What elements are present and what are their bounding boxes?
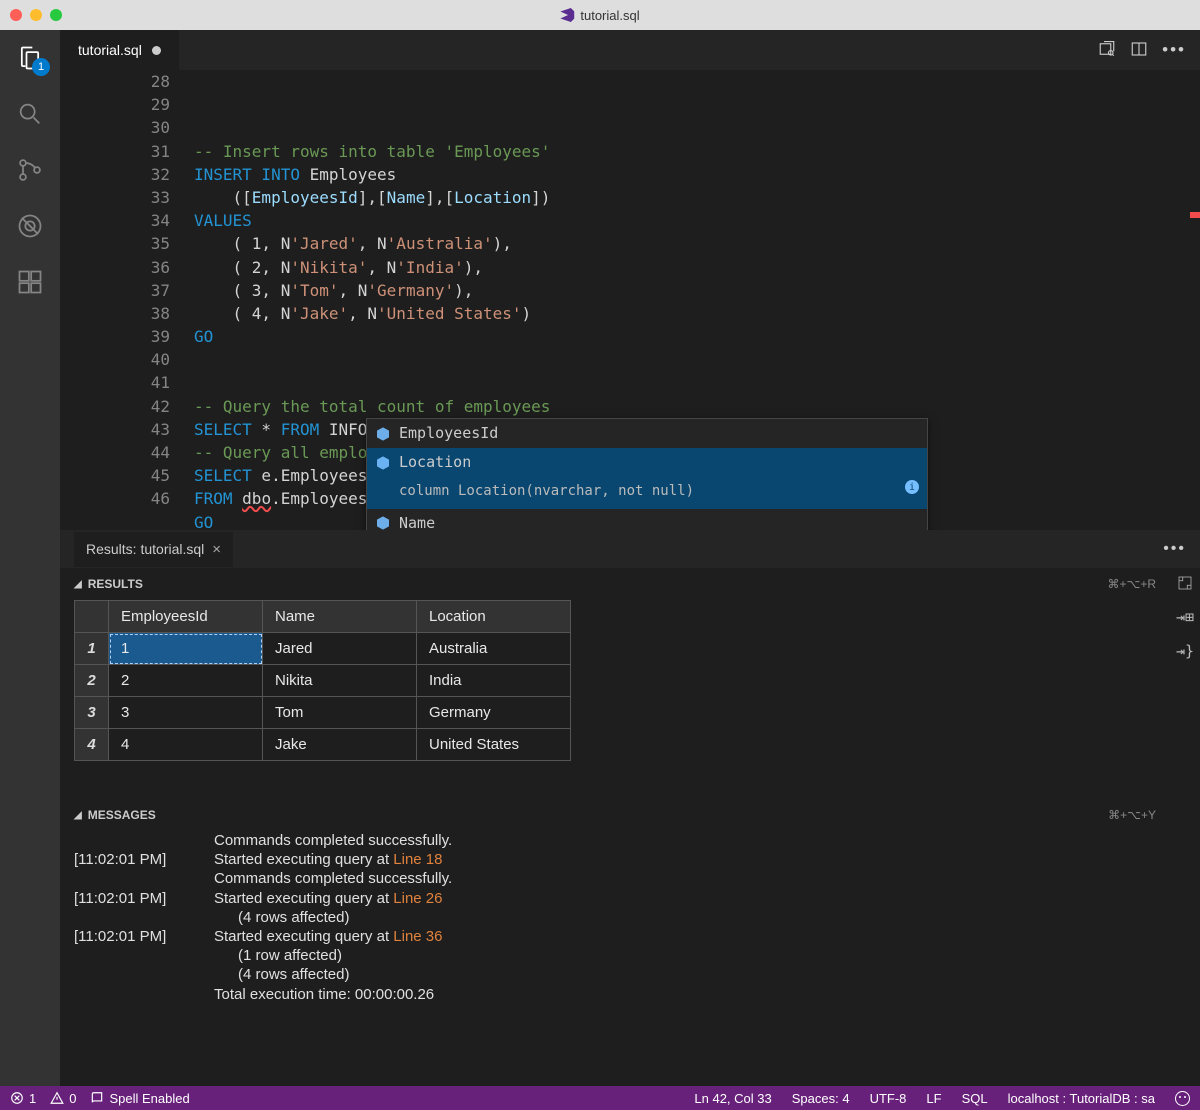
status-eol[interactable]: LF <box>926 1091 941 1106</box>
table-header-row: EmployeesIdNameLocation <box>75 601 571 633</box>
status-spell[interactable]: Spell Enabled <box>90 1091 189 1106</box>
split-editor-icon[interactable] <box>1130 40 1148 58</box>
titlebar: tutorial.sql <box>0 0 1200 30</box>
results-table[interactable]: EmployeesIdNameLocation11JaredAustralia2… <box>74 600 571 761</box>
status-encoding[interactable]: UTF-8 <box>870 1091 907 1106</box>
table-cell[interactable]: Tom <box>263 697 417 729</box>
autocomplete-detail: column Location(nvarchar, not null)i <box>367 477 927 508</box>
minimap[interactable] <box>1180 70 1200 530</box>
results-section-header[interactable]: ◢ RESULTS ⌘+⌥+R <box>70 568 1170 600</box>
tab-bar: tutorial.sql ••• <box>60 30 1200 70</box>
close-window-icon[interactable] <box>10 9 22 21</box>
autocomplete-popup[interactable]: EmployeesIdLocationcolumn Location(nvarc… <box>366 418 928 530</box>
search-icon[interactable] <box>16 100 44 128</box>
results-tab[interactable]: Results: tutorial.sql × <box>74 532 233 567</box>
feedback-icon[interactable] <box>1175 1091 1190 1106</box>
chevron-down-icon: ◢ <box>74 810 82 821</box>
tab-tutorial-sql[interactable]: tutorial.sql <box>60 30 180 70</box>
table-cell[interactable]: Germany <box>417 697 571 729</box>
column-header[interactable]: EmployeesId <box>109 601 263 633</box>
table-row[interactable]: 33TomGermany <box>75 697 571 729</box>
tab-label: tutorial.sql <box>78 42 142 58</box>
status-spaces[interactable]: Spaces: 4 <box>792 1091 850 1106</box>
table-cell[interactable]: 2 <box>109 665 263 697</box>
status-errors[interactable]: 1 <box>10 1091 36 1106</box>
table-cell[interactable]: 4 <box>109 729 263 761</box>
table-cell[interactable]: Nikita <box>263 665 417 697</box>
maximize-results-icon[interactable] <box>1176 574 1194 592</box>
line-gutter: 28293031323334353637383940414243444546 <box>60 70 194 530</box>
results-label: RESULTS <box>88 577 143 591</box>
results-toolbar: ⇥⊞ ⇥} <box>1170 568 1200 1086</box>
minimize-window-icon[interactable] <box>30 9 42 21</box>
table-row[interactable]: 11JaredAustralia <box>75 633 571 665</box>
table-cell[interactable]: United States <box>417 729 571 761</box>
info-icon[interactable]: i <box>905 480 919 494</box>
table-cell[interactable]: Jake <box>263 729 417 761</box>
status-language[interactable]: SQL <box>962 1091 988 1106</box>
save-csv-icon[interactable]: ⇥⊞ <box>1176 608 1194 626</box>
chevron-down-icon: ◢ <box>74 579 82 590</box>
table-cell[interactable]: 1 <box>109 633 263 665</box>
compare-changes-icon[interactable] <box>1098 40 1116 58</box>
table-cell[interactable]: India <box>417 665 571 697</box>
messages-section-header[interactable]: ◢ MESSAGES ⌘+⌥+Y <box>70 799 1170 831</box>
explorer-badge: 1 <box>32 58 50 76</box>
results-tab-label: Results: tutorial.sql <box>86 541 204 557</box>
close-icon[interactable]: × <box>212 541 221 558</box>
status-bar: 1 0 Spell Enabled Ln 42, Col 33 Spaces: … <box>0 1086 1200 1110</box>
panel-more-actions-icon[interactable]: ••• <box>1163 540 1186 558</box>
messages-label: MESSAGES <box>88 808 156 822</box>
activity-bar: 1 <box>0 30 60 1086</box>
column-header[interactable]: Location <box>417 601 571 633</box>
explorer-icon[interactable]: 1 <box>16 44 44 72</box>
table-cell[interactable]: Jared <box>263 633 417 665</box>
status-ln-col[interactable]: Ln 42, Col 33 <box>694 1091 771 1106</box>
column-header[interactable]: Name <box>263 601 417 633</box>
vscode-icon <box>560 8 574 22</box>
window-title-text: tutorial.sql <box>580 8 639 23</box>
debug-icon[interactable] <box>16 212 44 240</box>
window-controls <box>10 9 62 21</box>
maximize-window-icon[interactable] <box>50 9 62 21</box>
results-panel: Results: tutorial.sql × ••• ◢ RESULTS ⌘+… <box>60 530 1200 1086</box>
results-shortcut: ⌘+⌥+R <box>1107 577 1166 591</box>
autocomplete-item[interactable]: EmployeesId <box>367 419 927 448</box>
autocomplete-item[interactable]: Location <box>367 448 927 477</box>
code-editor[interactable]: 28293031323334353637383940414243444546 -… <box>60 70 1200 530</box>
table-row[interactable]: 44JakeUnited States <box>75 729 571 761</box>
table-cell[interactable]: 3 <box>109 697 263 729</box>
more-actions-icon[interactable]: ••• <box>1162 40 1186 60</box>
tab-dirty-indicator-icon <box>152 46 161 55</box>
table-row[interactable]: 22NikitaIndia <box>75 665 571 697</box>
window-title: tutorial.sql <box>560 8 639 23</box>
messages-shortcut: ⌘+⌥+Y <box>1108 808 1166 822</box>
extensions-icon[interactable] <box>16 268 44 296</box>
source-control-icon[interactable] <box>16 156 44 184</box>
minimap-error-marker[interactable] <box>1190 212 1200 218</box>
status-connection[interactable]: localhost : TutorialDB : sa <box>1008 1091 1155 1106</box>
status-warnings[interactable]: 0 <box>50 1091 76 1106</box>
autocomplete-item[interactable]: Name <box>367 509 927 530</box>
messages-body: Commands completed successfully.[11:02:0… <box>70 831 1170 1004</box>
save-json-icon[interactable]: ⇥} <box>1176 642 1194 660</box>
table-cell[interactable]: Australia <box>417 633 571 665</box>
